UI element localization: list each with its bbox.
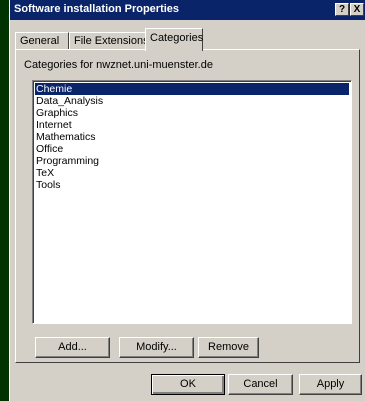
- list-item[interactable]: Office: [35, 143, 64, 155]
- cancel-button[interactable]: Cancel: [228, 374, 293, 395]
- list-item[interactable]: Internet: [35, 119, 73, 131]
- tab-categories[interactable]: Categories: [145, 28, 203, 51]
- categories-label: Categories for nwznet.uni-muenster.de: [24, 59, 213, 71]
- window-title: Software installation Properties: [14, 3, 180, 15]
- list-item[interactable]: Tools: [35, 179, 62, 191]
- remove-button[interactable]: Remove: [198, 337, 259, 358]
- modify-button[interactable]: Modify...: [119, 337, 194, 358]
- list-item[interactable]: Graphics: [35, 107, 79, 119]
- title-bar: Software installation Properties ? X: [10, 0, 365, 20]
- close-button[interactable]: X: [350, 3, 364, 16]
- apply-button[interactable]: Apply: [299, 374, 362, 395]
- tab-general[interactable]: General: [15, 32, 69, 50]
- list-item[interactable]: Chemie: [35, 83, 349, 95]
- tab-file-extensions[interactable]: File Extensions: [69, 32, 149, 50]
- list-item[interactable]: Mathematics: [35, 131, 97, 143]
- help-button[interactable]: ?: [335, 3, 349, 16]
- add-button[interactable]: Add...: [35, 337, 110, 358]
- list-item[interactable]: Data_Analysis: [35, 95, 104, 107]
- list-item[interactable]: Programming: [35, 155, 100, 167]
- list-item[interactable]: TeX: [35, 167, 55, 179]
- categories-listbox[interactable]: Chemie Data_Analysis Graphics Internet M…: [32, 80, 352, 324]
- ok-button[interactable]: OK: [151, 374, 225, 395]
- properties-dialog: Software installation Properties ? X Gen…: [9, 0, 365, 401]
